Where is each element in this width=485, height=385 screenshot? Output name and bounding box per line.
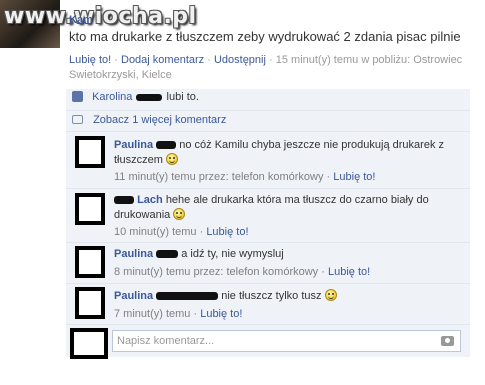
post-author[interactable]: Kam xyxy=(69,14,93,26)
post-author-name[interactable]: Kam xyxy=(69,14,93,26)
comment-like-link[interactable]: Lubię to! xyxy=(328,266,370,278)
comment-avatar[interactable] xyxy=(75,246,105,278)
post-share-link[interactable]: Udostępnij xyxy=(214,54,266,66)
post-text: kto ma drukarke z tłuszczem zeby wydruko… xyxy=(69,29,461,44)
separator: · xyxy=(207,54,211,66)
comment-time: 10 minut(y) temu xyxy=(114,226,197,238)
comment-meta: 7 minut(y) temu · Lubię to! xyxy=(114,308,243,320)
comment-time: 7 minut(y) temu xyxy=(114,308,191,320)
more-comments-row[interactable]: Zobacz 1 więcej komentarz xyxy=(72,114,226,126)
redaction xyxy=(136,93,163,101)
comment-time: 8 minut(y) temu przez: telefon komórkowy xyxy=(114,266,319,278)
comment-author[interactable]: Lach xyxy=(137,194,163,206)
comment-text: a idź ty, nie wymysluj xyxy=(181,248,284,260)
redaction xyxy=(156,141,177,150)
comment-body: Paulina a idź ty, nie wymysluj xyxy=(114,247,459,262)
comment-author[interactable]: Paulina xyxy=(114,290,153,302)
comment-meta: 10 minut(y) temu · Lubię to! xyxy=(114,226,249,238)
watermark: www.wiocha.pl xyxy=(4,4,197,29)
comment-body: Lach hehe ale drukarka która ma tłuszcz … xyxy=(114,193,459,223)
comment-like-link[interactable]: Lubię to! xyxy=(206,226,248,238)
likes-row: Karolina lubi to. xyxy=(72,91,199,103)
comment-body: Paulina nie tłuszcz tylko tusz xyxy=(114,289,459,304)
separator: · xyxy=(114,54,118,66)
comment-avatar[interactable] xyxy=(75,287,105,319)
likes-text: lubi to. xyxy=(166,91,199,103)
separator: · xyxy=(269,54,273,66)
camera-icon[interactable] xyxy=(441,336,454,346)
redaction xyxy=(156,292,219,301)
thumbs-up-icon xyxy=(72,91,83,102)
comment-meta: 8 minut(y) temu przez: telefon komórkowy… xyxy=(114,266,371,278)
comment-input[interactable]: Napisz komentarz... xyxy=(112,330,461,352)
liker-name[interactable]: Karolina xyxy=(92,91,132,103)
comment-author[interactable]: Paulina xyxy=(114,248,153,260)
more-comments-link[interactable]: Zobacz 1 więcej komentarz xyxy=(93,114,226,126)
comment-body: Paulina no cóż Kamilu chyba jeszcze nie … xyxy=(114,138,459,168)
comment-like-link[interactable]: Lubię to! xyxy=(200,308,242,320)
redaction xyxy=(156,250,179,259)
post-actions: Lubię to! · Dodaj komentarz · Udostępnij… xyxy=(69,53,469,83)
redaction xyxy=(114,196,134,205)
composer-avatar xyxy=(70,328,108,359)
comment-author[interactable]: Paulina xyxy=(114,139,153,151)
comment-meta: 11 minut(y) temu przez: telefon komórkow… xyxy=(114,171,376,183)
smiley-icon xyxy=(324,289,337,301)
post-comment-link[interactable]: Dodaj komentarz xyxy=(121,54,204,66)
comment-input-placeholder: Napisz komentarz... xyxy=(117,335,215,347)
comment-avatar[interactable] xyxy=(75,136,105,168)
comment-time: 11 minut(y) temu przez: telefon komórkow… xyxy=(114,171,324,183)
smiley-icon xyxy=(165,153,178,165)
post-like-link[interactable]: Lubię to! xyxy=(69,54,111,66)
comment-avatar[interactable] xyxy=(75,193,105,225)
comment-text: nie tłuszcz tylko tusz xyxy=(221,290,322,302)
comment-like-link[interactable]: Lubię to! xyxy=(333,171,375,183)
smiley-icon xyxy=(173,208,186,220)
comment-bubble-icon xyxy=(72,115,83,124)
